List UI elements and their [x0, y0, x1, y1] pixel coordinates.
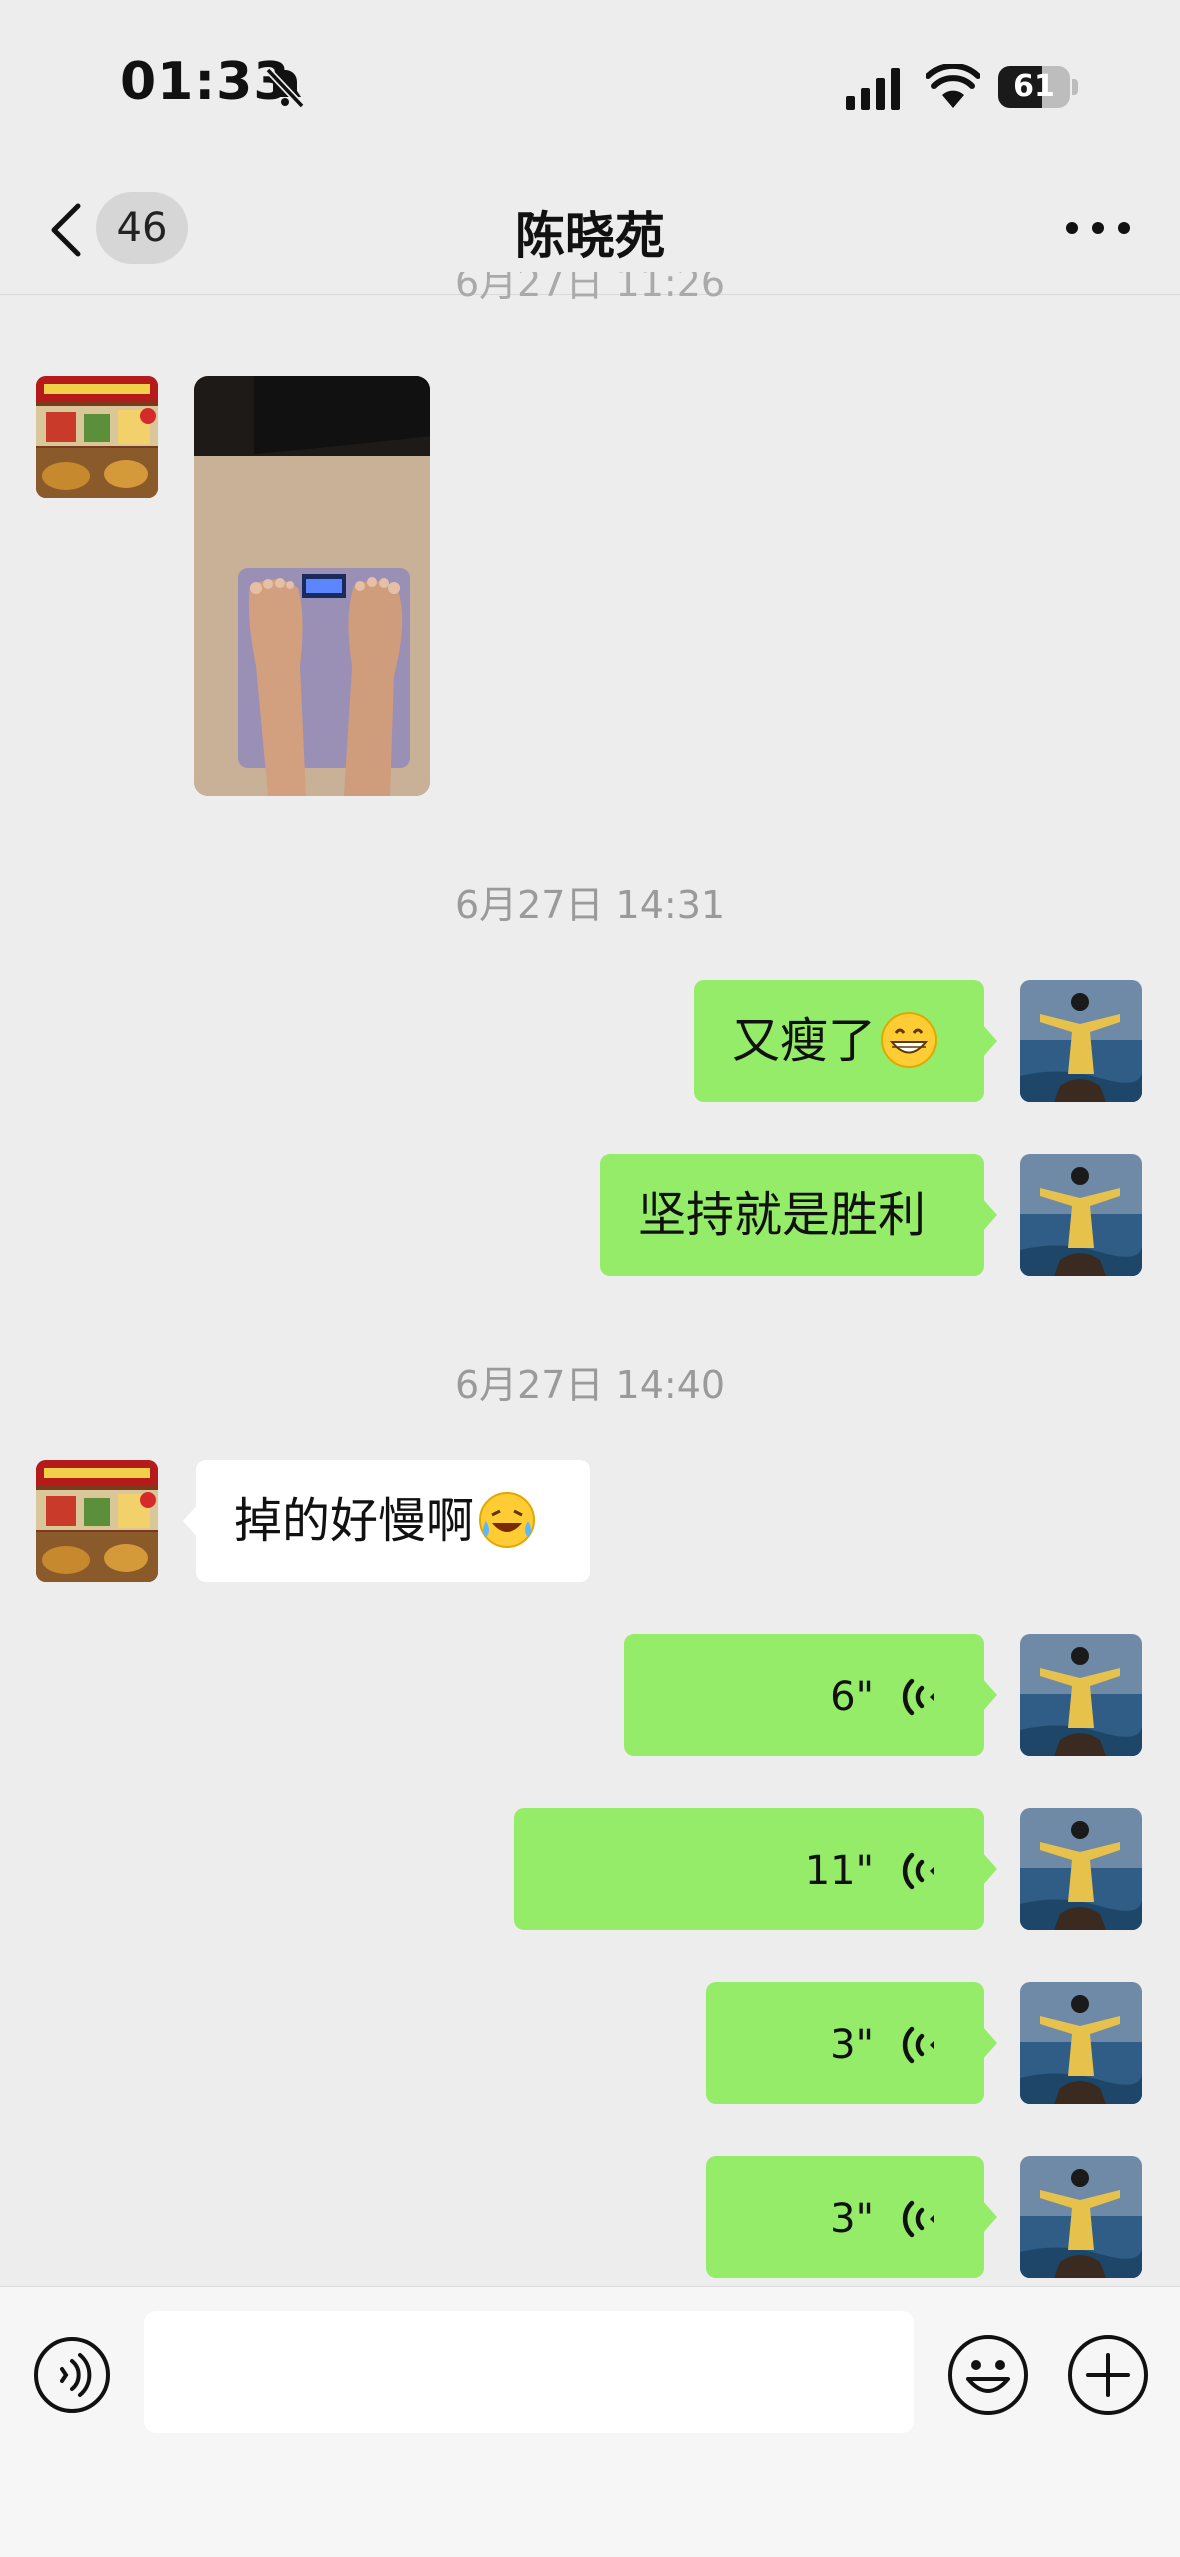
wifi-icon: [926, 64, 980, 108]
timestamp: 6月27日 14:31: [454, 883, 726, 927]
message-text: 又瘦了: [732, 1013, 877, 1069]
voice-wave-icon: [902, 2026, 934, 2064]
voice-message[interactable]: 6": [624, 1634, 997, 1756]
voice-duration: 3": [830, 2022, 874, 2068]
message-text: 掉的好慢啊: [234, 1493, 475, 1549]
message-input[interactable]: [144, 2311, 914, 2433]
emoji-icon[interactable]: [946, 2333, 1030, 2417]
battery-indicator: 61: [998, 66, 1078, 108]
crying-laughing-emoji-icon: [479, 1492, 536, 1548]
my-avatar[interactable]: [1020, 1808, 1142, 1930]
input-bar: [0, 2286, 1180, 2557]
my-avatar[interactable]: [1020, 1982, 1142, 2104]
voice-message[interactable]: 3": [706, 1982, 997, 2104]
voice-message[interactable]: 3": [706, 2156, 997, 2278]
timestamp-clipped: 6月27日 11:26: [454, 272, 726, 300]
more-icon[interactable]: [1062, 218, 1134, 238]
contact-avatar[interactable]: [36, 376, 158, 498]
voice-mode-icon[interactable]: [32, 2335, 112, 2415]
contact-avatar[interactable]: [36, 1460, 158, 1582]
voice-message[interactable]: 11": [514, 1808, 997, 1930]
plus-icon[interactable]: [1066, 2333, 1150, 2417]
photo-message[interactable]: [194, 376, 430, 796]
message-bubble-sent[interactable]: 坚持就是胜利: [600, 1154, 997, 1276]
my-avatar[interactable]: [1020, 1634, 1142, 1756]
cellular-signal-icon: [846, 68, 900, 110]
my-avatar[interactable]: [1020, 2156, 1142, 2278]
bell-slash-icon: [265, 67, 305, 109]
voice-duration: 11": [804, 1848, 874, 1894]
voice-duration: 6": [830, 1674, 874, 1720]
timestamp: 6月27日 14:40: [454, 1363, 726, 1407]
voice-wave-icon: [902, 1852, 934, 1890]
voice-wave-icon: [902, 2200, 934, 2238]
status-bar: 01:33 61: [0, 0, 1180, 170]
my-avatar[interactable]: [1020, 1154, 1142, 1276]
message-bubble-received[interactable]: 掉的好慢啊: [183, 1460, 590, 1582]
message-bubble-sent[interactable]: 又瘦了: [694, 980, 997, 1102]
battery-percent: 61: [1013, 69, 1055, 104]
grinning-face-emoji-icon: [881, 1012, 938, 1068]
chat-title: 陈晓苑: [515, 207, 665, 265]
voice-duration: 3": [830, 2196, 874, 2242]
message-text: 坚持就是胜利: [638, 1187, 927, 1243]
my-avatar[interactable]: [1020, 980, 1142, 1102]
voice-wave-icon: [902, 1678, 934, 1716]
